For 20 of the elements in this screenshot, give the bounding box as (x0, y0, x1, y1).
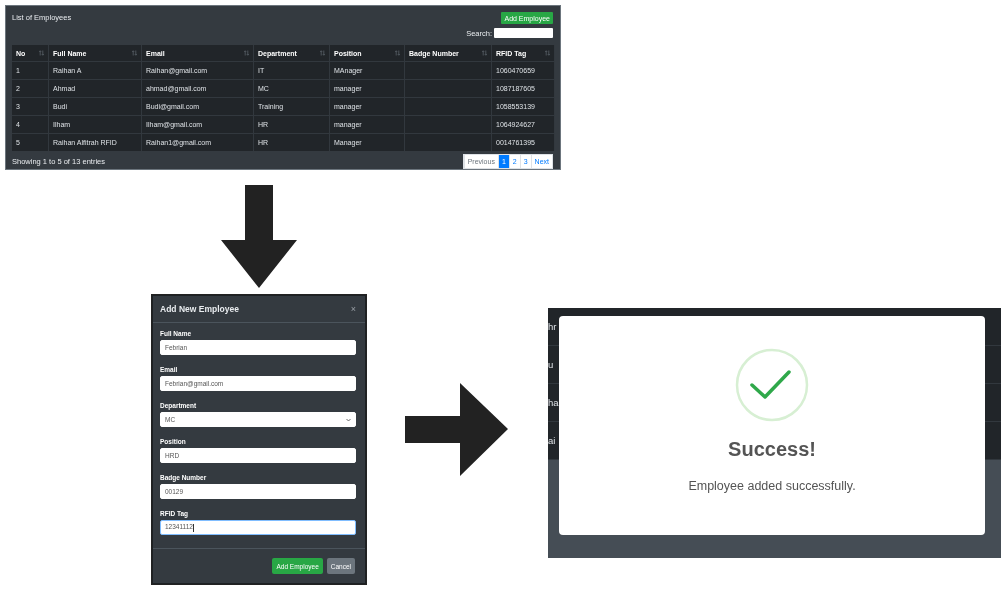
right-arrow-icon (405, 383, 508, 476)
chevron-down-icon (346, 417, 351, 422)
sort-icon (39, 50, 44, 56)
sort-icon (545, 50, 550, 56)
search-field[interactable] (494, 28, 553, 39)
table-cell: u (548, 359, 554, 370)
success-title: Success! (728, 438, 816, 461)
modal-title: Add New Employee (160, 304, 239, 314)
sort-icon (320, 50, 325, 56)
table-cell: hr (548, 321, 557, 332)
check-circle-icon (735, 348, 809, 422)
sort-icon (482, 50, 487, 56)
close-button[interactable]: × (350, 304, 356, 314)
success-message: Employee added successfully. (688, 479, 856, 493)
table-cell: ha (548, 397, 559, 408)
sort-icon (132, 50, 137, 56)
sort-icon (244, 50, 249, 56)
down-arrow-icon (221, 185, 297, 288)
table-cell: ai (548, 435, 556, 446)
sort-icon (395, 50, 400, 56)
